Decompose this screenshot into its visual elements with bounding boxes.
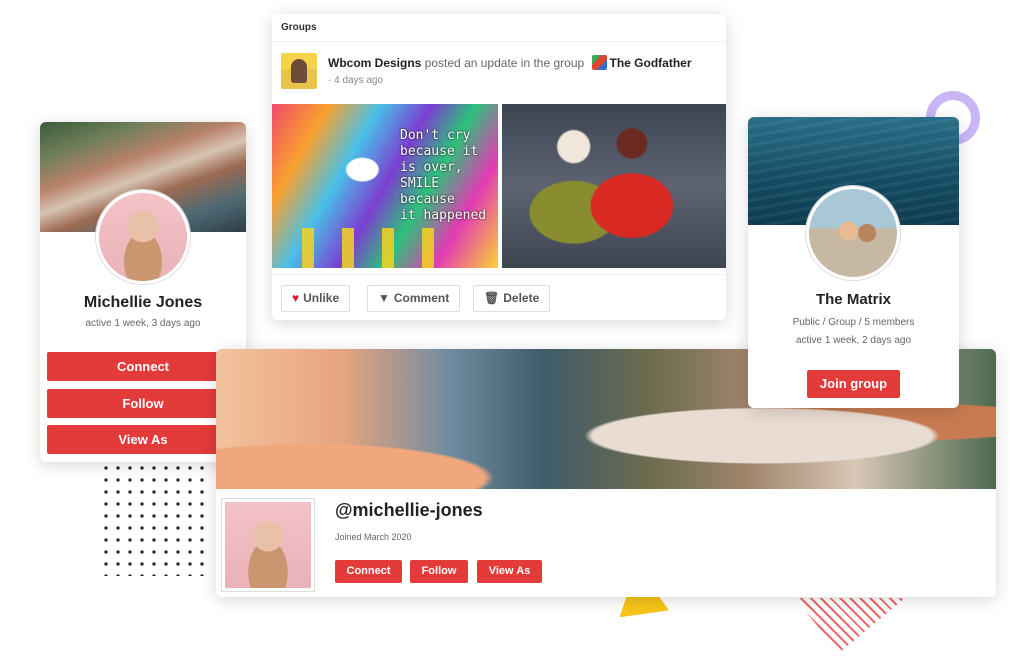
heart-icon: ♥ <box>292 291 300 305</box>
dot-grid-decoration <box>100 462 212 576</box>
join-group-button[interactable]: Join group <box>807 370 900 398</box>
profile-connect-button[interactable]: Connect <box>335 560 402 583</box>
group-avatar[interactable] <box>806 186 900 280</box>
activity-headline: Wbcom Designs posted an update in the gr… <box>328 55 692 70</box>
profile-view-as-button[interactable]: View As <box>477 560 542 583</box>
follow-button[interactable]: Follow <box>47 389 239 418</box>
stools-decoration <box>302 228 462 268</box>
group-thumbnail[interactable] <box>591 55 607 70</box>
member-name[interactable]: Michellie Jones <box>40 294 246 312</box>
stripes-decoration <box>795 598 905 653</box>
profile-follow-button[interactable]: Follow <box>410 560 468 583</box>
profile-handle: @michellie-jones <box>335 500 483 520</box>
comment-icon: ▼ <box>378 291 390 305</box>
graffiti-text: Don't cry because it is over, SMILE beca… <box>400 128 487 223</box>
group-meta: Public / Group / 5 members <box>792 317 915 328</box>
poster-avatar[interactable] <box>281 53 317 89</box>
group-activity: active 1 week, 2 days ago <box>795 335 912 346</box>
comment-button[interactable]: ▼ Comment <box>367 285 461 312</box>
profile-joined-date: Joined March 2020 <box>335 532 412 542</box>
profile-avatar[interactable] <box>222 499 314 591</box>
poster-name-link[interactable]: Wbcom Designs <box>328 56 421 70</box>
group-name[interactable]: The Matrix <box>748 291 959 308</box>
activity-action-text: posted an update in the group <box>424 56 585 70</box>
member-avatar[interactable] <box>96 190 190 284</box>
member-activity: active 1 week, 3 days ago <box>85 318 201 329</box>
activity-section-title: Groups <box>272 14 726 42</box>
activity-time: · 4 days ago <box>328 75 384 86</box>
activity-card: Groups Wbcom Designs posted an update in… <box>272 14 726 320</box>
activity-action-bar: ♥ Unlike ▼ Comment 🗑 Delete <box>272 274 726 320</box>
view-as-button[interactable]: View As <box>47 425 239 454</box>
connect-button[interactable]: Connect <box>47 352 239 381</box>
unlike-button[interactable]: ♥ Unlike <box>281 285 351 312</box>
group-name-link[interactable]: The Godfather <box>610 56 692 70</box>
activity-photo-graffiti[interactable]: Don't cry because it is over, SMILE beca… <box>272 104 498 268</box>
trash-icon: 🗑 <box>484 291 500 305</box>
group-card: The Matrix Public / Group / 5 members ac… <box>748 117 959 408</box>
activity-photo-costumes[interactable] <box>502 104 726 268</box>
delete-button[interactable]: 🗑 Delete <box>473 285 551 312</box>
